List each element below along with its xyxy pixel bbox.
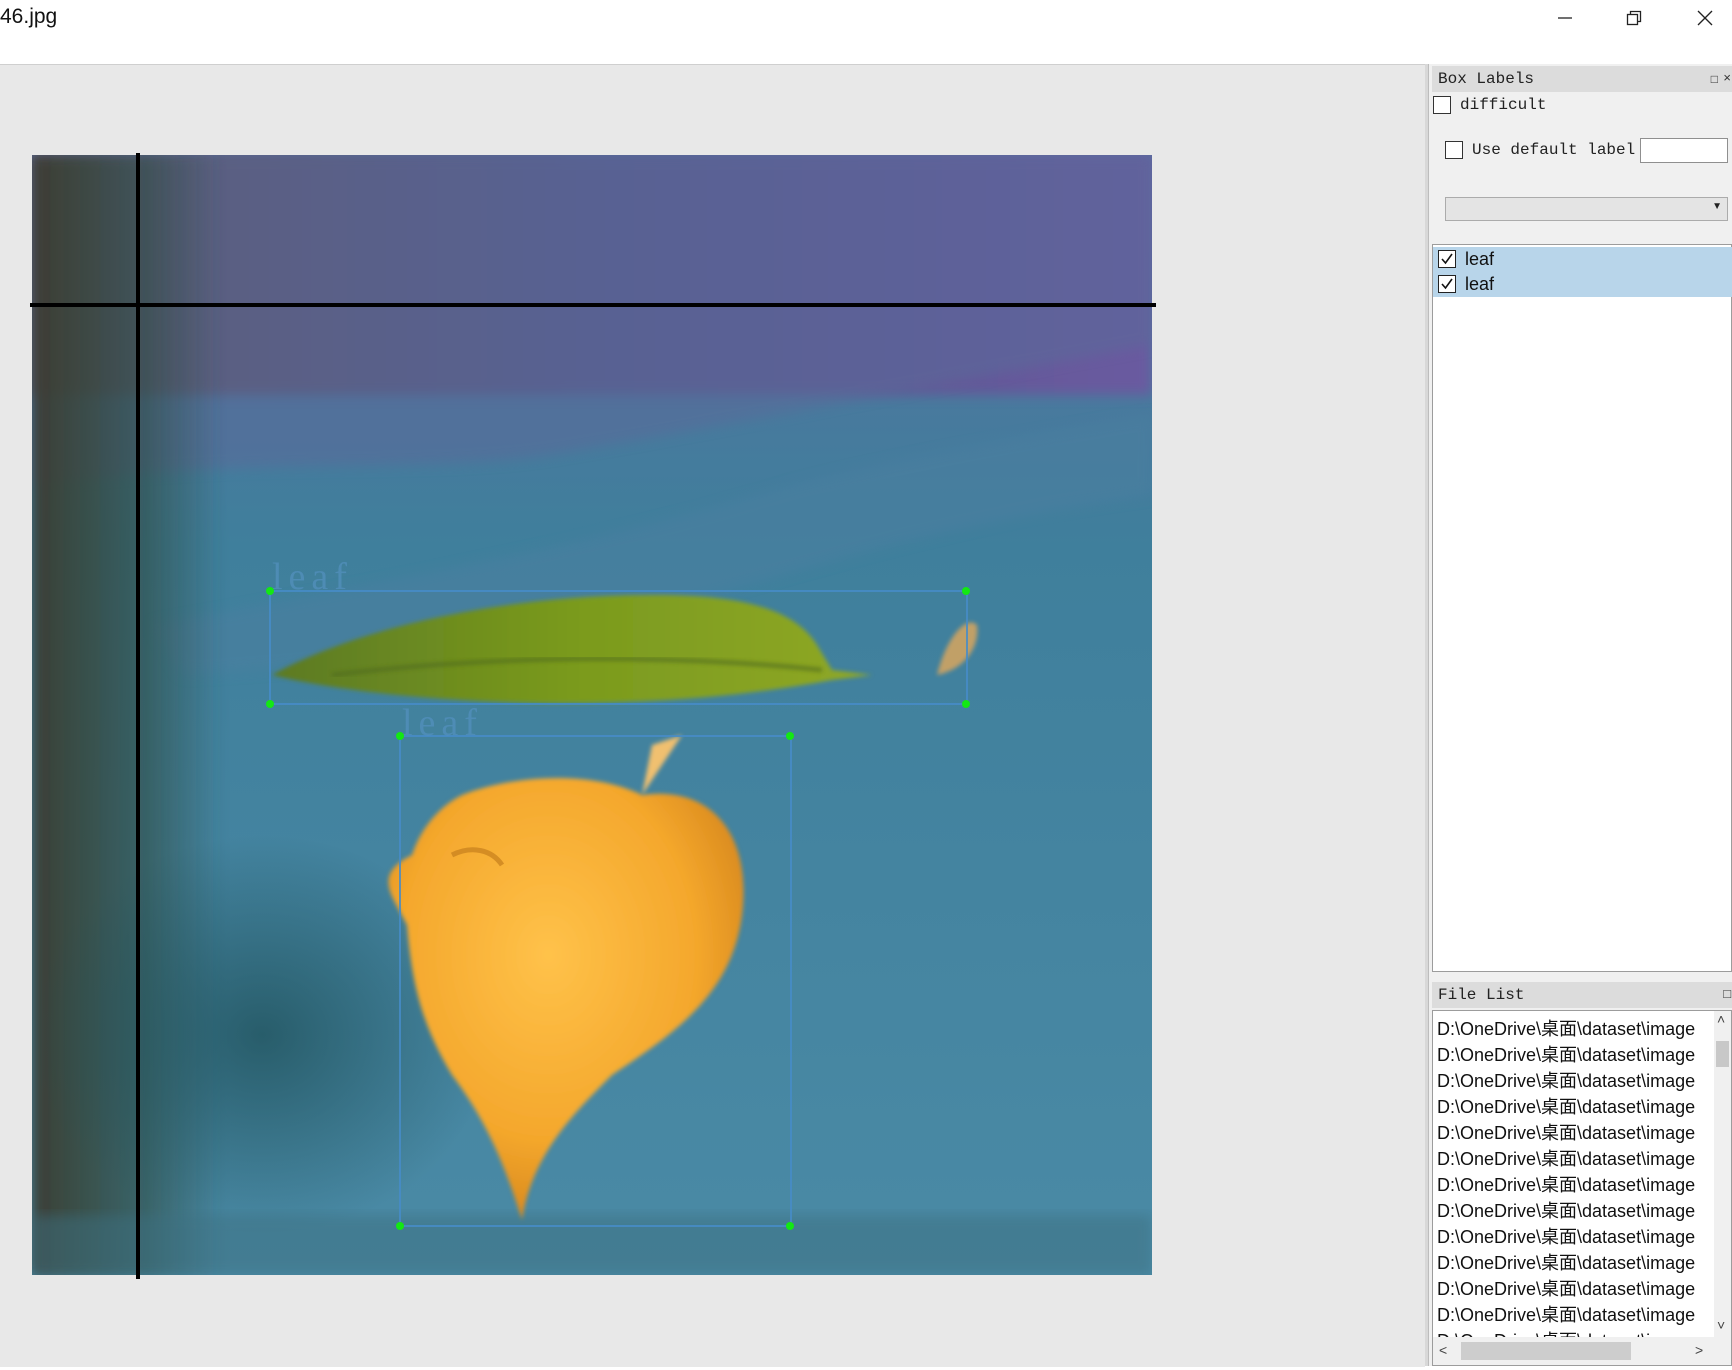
bbox-handle[interactable] bbox=[962, 700, 970, 708]
label-text: leaf bbox=[1465, 249, 1495, 269]
bounding-box-label-1: leaf bbox=[272, 556, 353, 598]
bbox-handle[interactable] bbox=[396, 1222, 404, 1230]
list-item[interactable]: leaf bbox=[1433, 247, 1732, 272]
float-icon[interactable]: □ bbox=[1711, 67, 1718, 93]
restore-icon bbox=[1626, 10, 1642, 26]
label-checkbox[interactable] bbox=[1438, 250, 1456, 268]
crosshair-vertical bbox=[136, 153, 140, 1279]
float-icon[interactable]: □ bbox=[1723, 982, 1731, 1008]
file-list[interactable]: D:\OneDrive\桌面\dataset\image D:\OneDrive… bbox=[1432, 1010, 1732, 1366]
window-title: 46.jpg bbox=[0, 5, 58, 28]
file-item[interactable]: D:\OneDrive\桌面\dataset\image bbox=[1437, 1067, 1695, 1093]
bbox-handle[interactable] bbox=[786, 1222, 794, 1230]
file-item[interactable]: D:\OneDrive\桌面\dataset\image bbox=[1437, 1015, 1695, 1041]
file-item[interactable]: D:\OneDrive\桌面\dataset\image bbox=[1437, 1145, 1695, 1171]
label-checkbox[interactable] bbox=[1438, 275, 1456, 293]
bbox-handle[interactable] bbox=[786, 732, 794, 740]
file-item[interactable]: D:\OneDrive\桌面\dataset\image bbox=[1437, 1041, 1695, 1067]
minimize-button[interactable] bbox=[1532, 0, 1598, 36]
file-list-title: File List bbox=[1438, 986, 1525, 1004]
checkmark-icon bbox=[1441, 253, 1453, 265]
file-item[interactable]: D:\OneDrive\桌面\dataset\image bbox=[1437, 1171, 1695, 1197]
use-default-label-text: Use default label bbox=[1472, 141, 1636, 159]
image-canvas[interactable]: leaf leaf bbox=[0, 64, 1425, 1367]
file-item[interactable]: D:\OneDrive\桌面\dataset\image bbox=[1437, 1119, 1695, 1145]
file-item[interactable]: D:\OneDrive\桌面\dataset\image bbox=[1437, 1223, 1695, 1249]
bbox-handle[interactable] bbox=[962, 587, 970, 595]
horizontal-scrollbar[interactable]: ˂ ˃ bbox=[1433, 1337, 1731, 1365]
box-labels-title: Box Labels bbox=[1438, 70, 1535, 88]
bbox-handle[interactable] bbox=[266, 587, 274, 595]
file-item[interactable]: D:\OneDrive\桌面\dataset\image bbox=[1437, 1197, 1695, 1223]
difficult-checkbox[interactable] bbox=[1433, 96, 1451, 114]
box-labels-header: Box Labels □ × bbox=[1432, 66, 1732, 92]
file-item[interactable]: D:\OneDrive\桌面\dataset\image bbox=[1437, 1093, 1695, 1119]
default-label-input[interactable] bbox=[1640, 138, 1728, 163]
restore-button[interactable] bbox=[1601, 0, 1667, 36]
bbox-handle[interactable] bbox=[266, 700, 274, 708]
checkmark-icon bbox=[1441, 278, 1453, 290]
file-item[interactable]: D:\OneDrive\桌面\dataset\image bbox=[1437, 1301, 1695, 1327]
close-icon bbox=[1697, 10, 1713, 26]
vertical-scroll-thumb[interactable] bbox=[1716, 1041, 1729, 1067]
scroll-right-icon[interactable]: ˃ bbox=[1695, 1342, 1703, 1358]
label-combo-box[interactable]: ▼ bbox=[1445, 197, 1728, 221]
crosshair-horizontal bbox=[30, 303, 1156, 307]
difficult-label: difficult bbox=[1460, 96, 1547, 114]
file-item[interactable]: D:\OneDrive\桌面\dataset\image bbox=[1437, 1275, 1695, 1301]
scroll-down-icon[interactable]: ˅ bbox=[1717, 1317, 1725, 1333]
minimize-icon bbox=[1558, 17, 1572, 19]
bounding-box-2[interactable] bbox=[399, 735, 792, 1227]
use-default-label-checkbox[interactable] bbox=[1445, 141, 1463, 159]
scroll-up-icon[interactable]: ˄ bbox=[1717, 1011, 1725, 1027]
file-item[interactable]: D:\OneDrive\桌面\dataset\image bbox=[1437, 1249, 1695, 1275]
file-list-header: File List □ bbox=[1432, 982, 1732, 1008]
scroll-left-icon[interactable]: ˂ bbox=[1439, 1342, 1447, 1358]
title-bar: 46.jpg bbox=[0, 0, 1732, 64]
label-text: leaf bbox=[1465, 274, 1495, 294]
bbox-handle[interactable] bbox=[396, 732, 404, 740]
bounding-box-1[interactable] bbox=[269, 590, 968, 705]
label-list[interactable]: leaf leaf bbox=[1432, 244, 1732, 972]
close-button[interactable] bbox=[1672, 0, 1732, 36]
horizontal-scroll-thumb[interactable] bbox=[1461, 1342, 1631, 1360]
vertical-scrollbar[interactable]: ˄ ˅ bbox=[1714, 1011, 1731, 1337]
chevron-down-icon: ▼ bbox=[1712, 201, 1722, 212]
close-panel-icon[interactable]: × bbox=[1723, 66, 1731, 92]
bounding-box-label-2: leaf bbox=[402, 702, 483, 744]
list-item[interactable]: leaf bbox=[1433, 272, 1732, 297]
